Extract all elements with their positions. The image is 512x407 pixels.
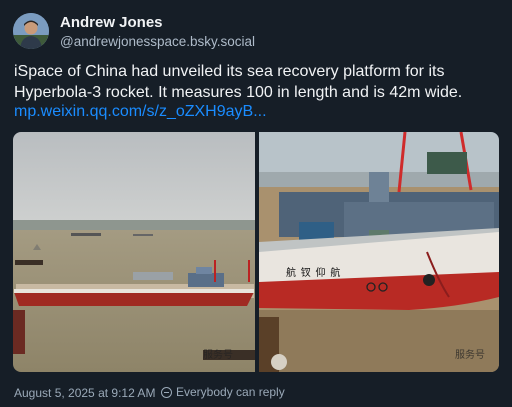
watermark-right: 服务号 <box>455 350 485 361</box>
image-gallery: 服务号 航 钗 仰 航 服务号 <box>13 132 499 372</box>
author-handle[interactable]: @andrewjonesspace.bsky.social <box>60 34 255 49</box>
post-card[interactable]: Andrew Jones @andrewjonesspace.bsky.soci… <box>0 0 512 407</box>
image-barge-on-river[interactable]: 服务号 <box>13 132 255 372</box>
reply-setting-label: Everybody can reply <box>176 385 285 399</box>
author-display-name[interactable]: Andrew Jones <box>60 14 163 31</box>
post-link[interactable]: mp.weixin.qq.com/s/z_oZXH9ayB... <box>14 103 267 121</box>
post-text: iSpace of China had unveiled its sea rec… <box>14 63 463 101</box>
avatar[interactable] <box>13 13 49 49</box>
post-timestamp[interactable]: August 5, 2025 at 9:12 AM <box>14 386 155 400</box>
ship-hull-name: 航 钗 仰 航 <box>286 268 342 279</box>
image-platform-dry-dock[interactable]: 航 钗 仰 航 服务号 <box>259 132 499 372</box>
reply-setting[interactable]: Everybody can reply <box>161 385 285 399</box>
watermark-left: 服务号 <box>203 350 233 361</box>
avatar-photo <box>13 13 49 49</box>
reply-restriction-icon <box>161 386 172 398</box>
